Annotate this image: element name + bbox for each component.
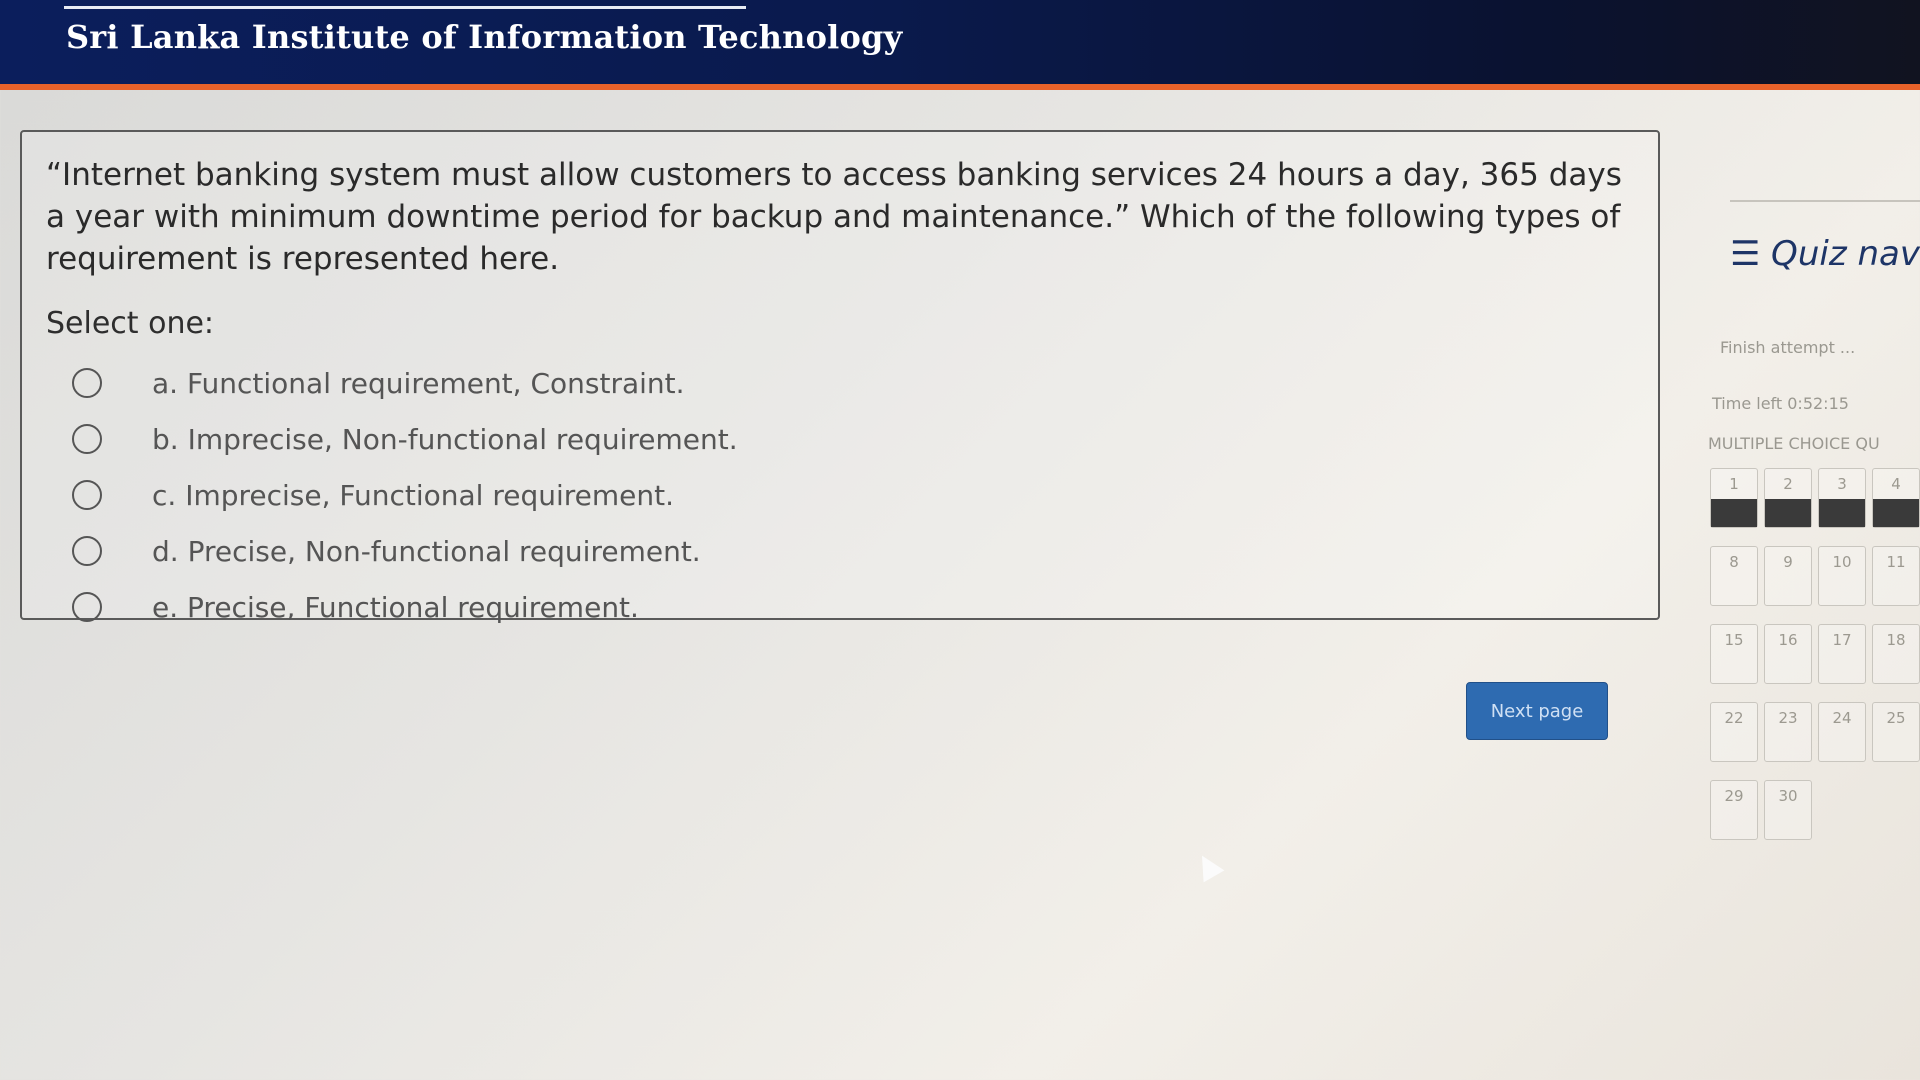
question-nav-button[interactable]: 18	[1872, 624, 1920, 684]
header-divider	[64, 6, 746, 9]
option-a[interactable]: a. Functional requirement, Constraint.	[46, 355, 1634, 411]
question-nav-button[interactable]: 16	[1764, 624, 1812, 684]
quiz-navigation-panel: ☰ Quiz naviga Finish attempt ... Time le…	[1690, 200, 1920, 960]
question-nav-button[interactable]: 24	[1818, 702, 1866, 762]
question-nav-button[interactable]: 22	[1710, 702, 1758, 762]
mouse-cursor-icon	[1191, 849, 1225, 883]
option-label[interactable]: d. Precise, Non-functional requirement.	[152, 535, 701, 568]
option-b[interactable]: b. Imprecise, Non-functional requirement…	[46, 411, 1634, 467]
radio-button[interactable]	[72, 424, 102, 454]
next-page-button[interactable]: Next page	[1466, 682, 1608, 740]
nav-row: 15 16 17 18	[1710, 624, 1920, 684]
section-heading: MULTIPLE CHOICE QU	[1708, 434, 1880, 453]
question-card: “Internet banking system must allow cust…	[20, 130, 1660, 624]
question-nav-button[interactable]: 4	[1872, 468, 1920, 528]
quiz-navigation-title: ☰ Quiz naviga	[1730, 234, 1920, 274]
question-nav-button[interactable]: 30	[1764, 780, 1812, 840]
option-label[interactable]: c. Imprecise, Functional requirement.	[152, 479, 674, 512]
option-label[interactable]: a. Functional requirement, Constraint.	[152, 367, 685, 400]
site-header: Sri Lanka Institute of Information Techn…	[0, 0, 1920, 90]
question-nav-button[interactable]: 9	[1764, 546, 1812, 606]
question-nav-button[interactable]: 11	[1872, 546, 1920, 606]
finish-attempt-link[interactable]: Finish attempt ...	[1720, 338, 1855, 357]
radio-button[interactable]	[72, 480, 102, 510]
question-nav-button[interactable]: 3	[1818, 468, 1866, 528]
nav-row: 8 9 10 11	[1710, 546, 1920, 606]
radio-button[interactable]	[72, 368, 102, 398]
nav-row: 22 23 24 25	[1710, 702, 1920, 762]
select-one-label: Select one:	[46, 306, 215, 341]
radio-button[interactable]	[72, 536, 102, 566]
option-d[interactable]: d. Precise, Non-functional requirement.	[46, 523, 1634, 579]
nav-divider	[1730, 200, 1920, 202]
institution-name[interactable]: Sri Lanka Institute of Information Techn…	[66, 18, 902, 56]
option-label[interactable]: b. Imprecise, Non-functional requirement…	[152, 423, 738, 456]
radio-button[interactable]	[72, 592, 102, 622]
question-text: “Internet banking system must allow cust…	[46, 157, 1622, 277]
nav-row: 1 2 3 4	[1710, 468, 1920, 528]
question-nav-button[interactable]: 10	[1818, 546, 1866, 606]
question-nav-button[interactable]: 15	[1710, 624, 1758, 684]
question-nav-button[interactable]: 25	[1872, 702, 1920, 762]
option-e[interactable]: e. Precise, Functional requirement.	[46, 579, 1634, 635]
question-nav-button[interactable]: 17	[1818, 624, 1866, 684]
nav-row: 29 30	[1710, 780, 1812, 840]
option-c[interactable]: c. Imprecise, Functional requirement.	[46, 467, 1634, 523]
time-left-text: Time left 0:52:15	[1712, 394, 1849, 413]
question-nav-button[interactable]: 2	[1764, 468, 1812, 528]
question-nav-button[interactable]: 8	[1710, 546, 1758, 606]
option-label[interactable]: e. Precise, Functional requirement.	[152, 591, 639, 624]
question-nav-button[interactable]: 1	[1710, 468, 1758, 528]
answer-options: a. Functional requirement, Constraint. b…	[46, 355, 1634, 635]
question-nav-button[interactable]: 29	[1710, 780, 1758, 840]
question-nav-button[interactable]: 23	[1764, 702, 1812, 762]
